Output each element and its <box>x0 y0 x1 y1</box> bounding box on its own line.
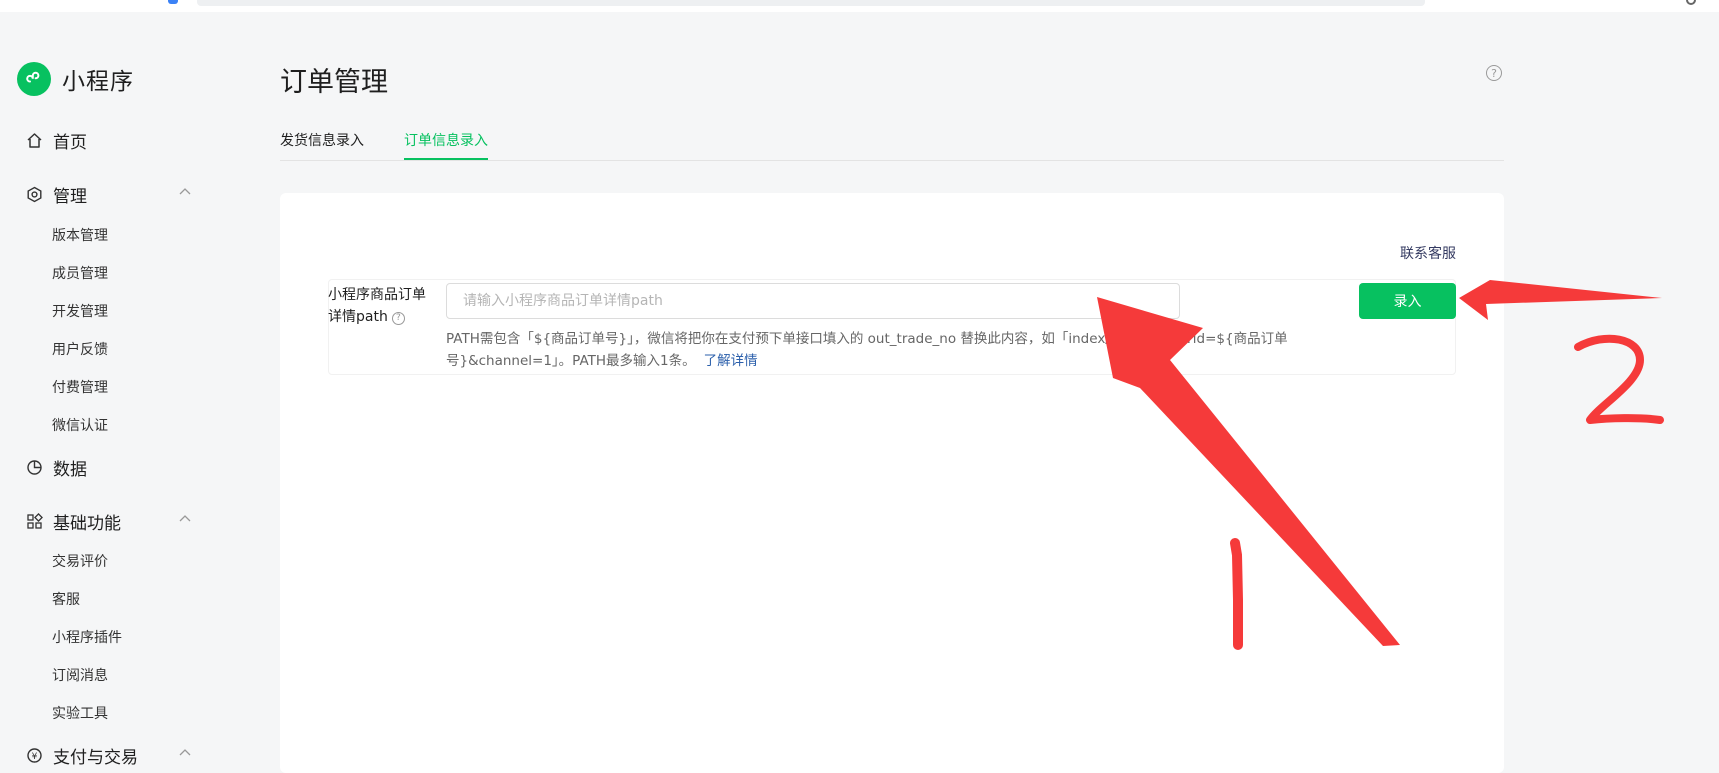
address-bar[interactable] <box>197 0 1425 6</box>
sidebar-item-members[interactable]: 成员管理 <box>52 263 108 283</box>
grid-icon <box>24 512 44 532</box>
submit-button[interactable]: 录入 <box>1359 283 1456 319</box>
sidebar: 小程序 首页 管理 版本管理 成员管理 开发管理 用户反馈 付费管理 微信认证 … <box>0 12 250 768</box>
path-hint: PATH需包含「${商品订单号}」，微信将把你在支付预下单接口填入的 out_t… <box>446 328 1316 372</box>
account-icon[interactable] <box>1686 0 1696 5</box>
sidebar-item-data[interactable]: 数据 <box>24 455 194 480</box>
hint-line-1: PATH需包含「${商品订单号}」，微信将把你在支付预下单接口填入的 out_t… <box>446 331 1288 347</box>
sidebar-item-subscribe[interactable]: 订阅消息 <box>52 665 108 685</box>
sidebar-item-label: 基础功能 <box>53 514 121 534</box>
tab-shipping-info[interactable]: 发货信息录入 <box>280 130 364 150</box>
sidebar-item-label: 首页 <box>53 133 87 153</box>
page-title: 订单管理 <box>280 67 388 98</box>
app-title: 小程序 <box>62 69 134 95</box>
sidebar-item-plugins[interactable]: 小程序插件 <box>52 627 122 647</box>
svg-text:¥: ¥ <box>31 752 37 762</box>
question-icon[interactable]: ? <box>391 312 405 325</box>
label-line-1: 小程序商品订单 <box>328 287 426 303</box>
settings-hexagon-icon <box>24 185 44 205</box>
contact-support-link[interactable]: 联系客服 <box>1400 243 1456 263</box>
sidebar-item-dev[interactable]: 开发管理 <box>52 301 108 321</box>
sidebar-item-experiments[interactable]: 实验工具 <box>52 703 108 723</box>
sidebar-item-payment[interactable]: ¥ 支付与交易 <box>24 743 194 768</box>
annotation-stroke-2 <box>1574 334 1664 424</box>
active-tab-indicator <box>404 158 488 160</box>
mini-program-logo-icon <box>17 62 51 96</box>
sidebar-item-version[interactable]: 版本管理 <box>52 225 108 245</box>
home-icon <box>24 131 44 151</box>
sidebar-item-wechat-auth[interactable]: 微信认证 <box>52 415 108 435</box>
sidebar-item-home[interactable]: 首页 <box>24 128 194 153</box>
path-field-label: 小程序商品订单 详情path? <box>328 284 438 328</box>
chevron-up-icon[interactable] <box>178 512 192 526</box>
sidebar-item-label: 支付与交易 <box>53 748 138 768</box>
chevron-up-icon[interactable] <box>178 185 192 199</box>
tab-order-info[interactable]: 订单信息录入 <box>404 130 488 150</box>
sidebar-item-service[interactable]: 客服 <box>52 589 80 609</box>
sidebar-item-label: 数据 <box>53 460 87 480</box>
sidebar-item-manage[interactable]: 管理 <box>24 182 194 207</box>
learn-more-link[interactable]: 了解详情 <box>704 353 758 369</box>
tab-bar: 发货信息录入 订单信息录入 <box>280 118 1504 161</box>
app-logo[interactable]: 小程序 <box>17 62 134 96</box>
pie-chart-icon <box>24 458 44 478</box>
browser-top-strip <box>0 0 1719 12</box>
tab-icon <box>168 0 178 4</box>
help-icon[interactable]: ? <box>1486 65 1502 81</box>
sidebar-item-basic[interactable]: 基础功能 <box>24 509 194 534</box>
chevron-up-icon[interactable] <box>178 746 192 760</box>
sidebar-item-payment-manage[interactable]: 付费管理 <box>52 377 108 397</box>
order-path-input[interactable] <box>446 283 1180 319</box>
sidebar-item-feedback[interactable]: 用户反馈 <box>52 339 108 359</box>
sidebar-item-reviews[interactable]: 交易评价 <box>52 551 108 571</box>
hint-line-2: 号}&channel=1」。PATH最多输入1条。 <box>446 353 696 369</box>
sidebar-item-label: 管理 <box>53 187 87 207</box>
yen-icon: ¥ <box>24 746 44 766</box>
label-line-2: 详情path <box>328 309 388 325</box>
